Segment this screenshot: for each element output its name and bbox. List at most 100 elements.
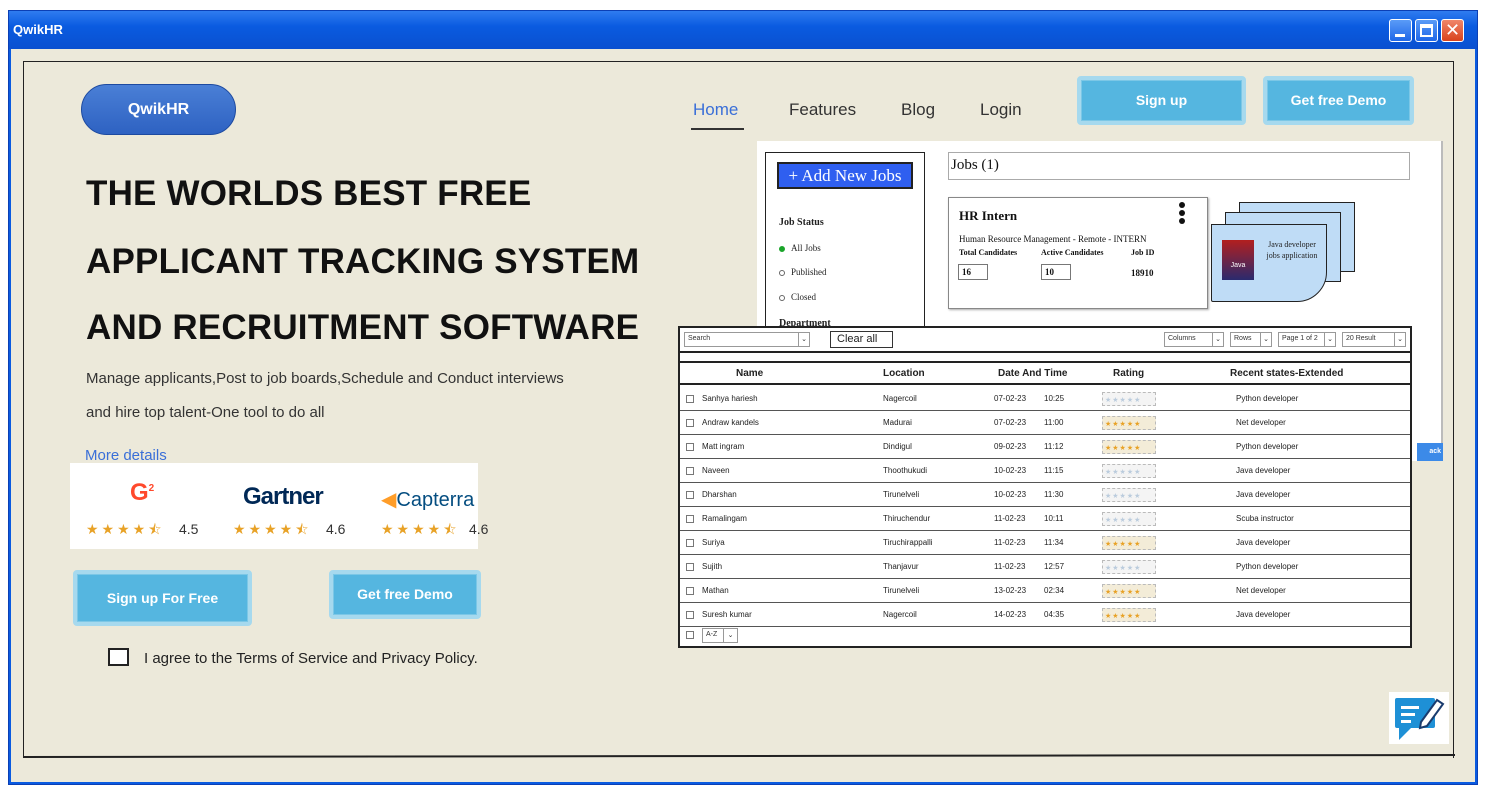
- close-icon: ✕: [1444, 20, 1461, 41]
- get-demo-button-hero[interactable]: Get free Demo: [329, 570, 481, 619]
- signup-free-button[interactable]: Sign up For Free: [73, 570, 252, 626]
- capterra-arrow-icon: ◀: [381, 489, 397, 511]
- row-checkbox[interactable]: [686, 443, 694, 451]
- capterra-logo: ◀Capterra: [381, 489, 475, 511]
- row-checkbox[interactable]: [686, 563, 694, 571]
- cell-name: Dharshan: [702, 490, 737, 499]
- row-checkbox[interactable]: [686, 491, 694, 499]
- table-header: Name Location Date And Time Rating Recen…: [680, 361, 1410, 385]
- table-row[interactable]: Matt ingram Dindigul 09-02-23 11:12 ★★★★★ Pyt…: [680, 435, 1410, 459]
- col-rating[interactable]: Rating: [1113, 368, 1144, 379]
- filter-all-jobs: All Jobs: [791, 243, 821, 253]
- cell-name: Sujith: [702, 562, 723, 571]
- java-logo-icon: Java: [1222, 240, 1254, 280]
- row-checkbox[interactable]: [686, 467, 694, 475]
- maximize-button[interactable]: [1415, 19, 1438, 42]
- job-card[interactable]: HR Intern Human Resource Management - Re…: [948, 197, 1208, 309]
- row-checkbox[interactable]: [686, 419, 694, 427]
- row-checkbox[interactable]: [686, 539, 694, 547]
- table-row[interactable]: Naveen Thoothukudi 10-02-23 11:15 ★★★★★ Java …: [680, 459, 1410, 483]
- total-candidates-label: Total Candidates: [959, 248, 1018, 257]
- select-all-checkbox[interactable]: [686, 631, 694, 639]
- rows-select[interactable]: Rows ⌄: [1230, 332, 1272, 347]
- agree-checkbox[interactable]: [108, 648, 129, 666]
- cell-location: Tiruchirappalli: [883, 538, 933, 547]
- result-select[interactable]: 20 Result ⌄: [1342, 332, 1406, 347]
- chat-edit-icon[interactable]: [1389, 692, 1449, 744]
- page-canvas: QwikHR Home Features Blog Login Sign up …: [11, 49, 1475, 782]
- hero-subtitle-line-2: and hire top talent-One tool to do all: [86, 404, 325, 421]
- cell-rating: ★★★★★: [1102, 440, 1156, 454]
- chevron-down-icon: ⌄: [798, 333, 809, 346]
- col-name[interactable]: Name: [736, 368, 763, 379]
- more-details-link[interactable]: More details: [85, 447, 167, 464]
- add-new-jobs-button[interactable]: + Add New Jobs: [777, 162, 913, 189]
- cell-time: 12:57: [1044, 562, 1065, 571]
- cell-time: 11:00: [1044, 418, 1064, 427]
- columns-select[interactable]: Columns ⌄: [1164, 332, 1224, 347]
- col-location[interactable]: Location: [883, 368, 925, 379]
- row-checkbox[interactable]: [686, 515, 694, 523]
- logo-button[interactable]: QwikHR: [81, 84, 236, 135]
- nav-home[interactable]: Home: [693, 100, 738, 120]
- cell-location: Thanjavur: [883, 562, 919, 571]
- col-date-time[interactable]: Date And Time: [998, 368, 1067, 379]
- radio-all-jobs[interactable]: [779, 246, 785, 252]
- col-recent-states[interactable]: Recent states-Extended: [1230, 368, 1343, 379]
- page-select[interactable]: Page 1 of 2 ⌄: [1278, 332, 1336, 347]
- side-tab-button[interactable]: ack: [1417, 443, 1443, 461]
- rating-stars: ★★★★⯪: [233, 522, 312, 538]
- get-demo-button[interactable]: Get free Demo: [1263, 76, 1414, 125]
- job-id-value: 18910: [1131, 268, 1154, 278]
- title-bar: QwikHR ✕: [9, 11, 1477, 49]
- job-id-label: Job ID: [1131, 248, 1155, 257]
- chevron-down-icon: ⌄: [1260, 333, 1271, 346]
- hero-title-line-1: THE WORLDS BEST FREE: [86, 174, 532, 213]
- table-row[interactable]: Sanhya hariesh Nagercoil 07-02-23 10:25 ★★★★…: [680, 387, 1410, 411]
- active-candidates-label: Active Candidates: [1041, 248, 1104, 257]
- cell-time: 04:35: [1044, 610, 1065, 619]
- clear-all-button[interactable]: Clear all: [830, 331, 893, 348]
- total-candidates-value: 16: [958, 264, 988, 280]
- search-select[interactable]: Search ⌄: [684, 332, 810, 347]
- table-footer: A-Z ⌄: [680, 625, 1410, 646]
- radio-closed[interactable]: [779, 295, 785, 301]
- cell-name: Mathan: [702, 586, 729, 595]
- nav-login[interactable]: Login: [980, 100, 1022, 120]
- nav-features[interactable]: Features: [789, 100, 856, 120]
- table-row[interactable]: Sujith Thanjavur 11-02-23 12:57 ★★★★★ Python …: [680, 555, 1410, 579]
- cell-name: Ramalingam: [702, 514, 747, 523]
- row-checkbox[interactable]: [686, 395, 694, 403]
- filter-closed: Closed: [791, 292, 817, 302]
- more-options-icon[interactable]: [1179, 202, 1185, 226]
- jobs-count-bar: Jobs (1): [948, 152, 1410, 180]
- cell-recent-state: Python developer: [1236, 442, 1299, 451]
- cell-location: Tirunelveli: [883, 490, 920, 499]
- close-button[interactable]: ✕: [1441, 19, 1464, 42]
- table-row[interactable]: Suresh kumar Nagercoil 14-02-23 04:35 ★★★★★ J…: [680, 603, 1410, 627]
- filter-published: Published: [791, 267, 827, 277]
- cell-location: Tirunelveli: [883, 586, 920, 595]
- table-row[interactable]: Dharshan Tirunelveli 10-02-23 11:30 ★★★★★ Jav…: [680, 483, 1410, 507]
- table-row[interactable]: Ramalingam Thiruchendur 11-02-23 10:11 ★★★★★…: [680, 507, 1410, 531]
- cell-rating: ★★★★★: [1102, 560, 1156, 574]
- table-row[interactable]: Suriya Tiruchirappalli 11-02-23 11:34 ★★★★★ J…: [680, 531, 1410, 555]
- row-checkbox[interactable]: [686, 611, 694, 619]
- chevron-down-icon: ⌄: [723, 629, 737, 642]
- table-row[interactable]: Andraw kandels Madurai 07-02-23 11:00 ★★★★★ N…: [680, 411, 1410, 435]
- rating-score: 4.6: [469, 521, 489, 537]
- cell-recent-state: Java developer: [1236, 538, 1291, 547]
- row-checkbox[interactable]: [686, 587, 694, 595]
- minimize-button[interactable]: [1389, 19, 1412, 42]
- cell-date: 14-02-23: [994, 610, 1027, 619]
- cell-rating: ★★★★★: [1102, 584, 1156, 598]
- nav-blog[interactable]: Blog: [901, 100, 935, 120]
- signup-button[interactable]: Sign up: [1077, 76, 1246, 125]
- cell-recent-state: Scuba instructor: [1236, 514, 1294, 523]
- g2-logo: G2: [130, 479, 155, 506]
- document-sheet-front: Java Java developer jobs application: [1211, 224, 1327, 302]
- cell-location: Thoothukudi: [883, 466, 928, 475]
- table-row[interactable]: Mathan Tirunelveli 13-02-23 02:34 ★★★★★ Net d…: [680, 579, 1410, 603]
- sort-select[interactable]: A-Z ⌄: [702, 628, 738, 643]
- radio-published[interactable]: [779, 270, 785, 276]
